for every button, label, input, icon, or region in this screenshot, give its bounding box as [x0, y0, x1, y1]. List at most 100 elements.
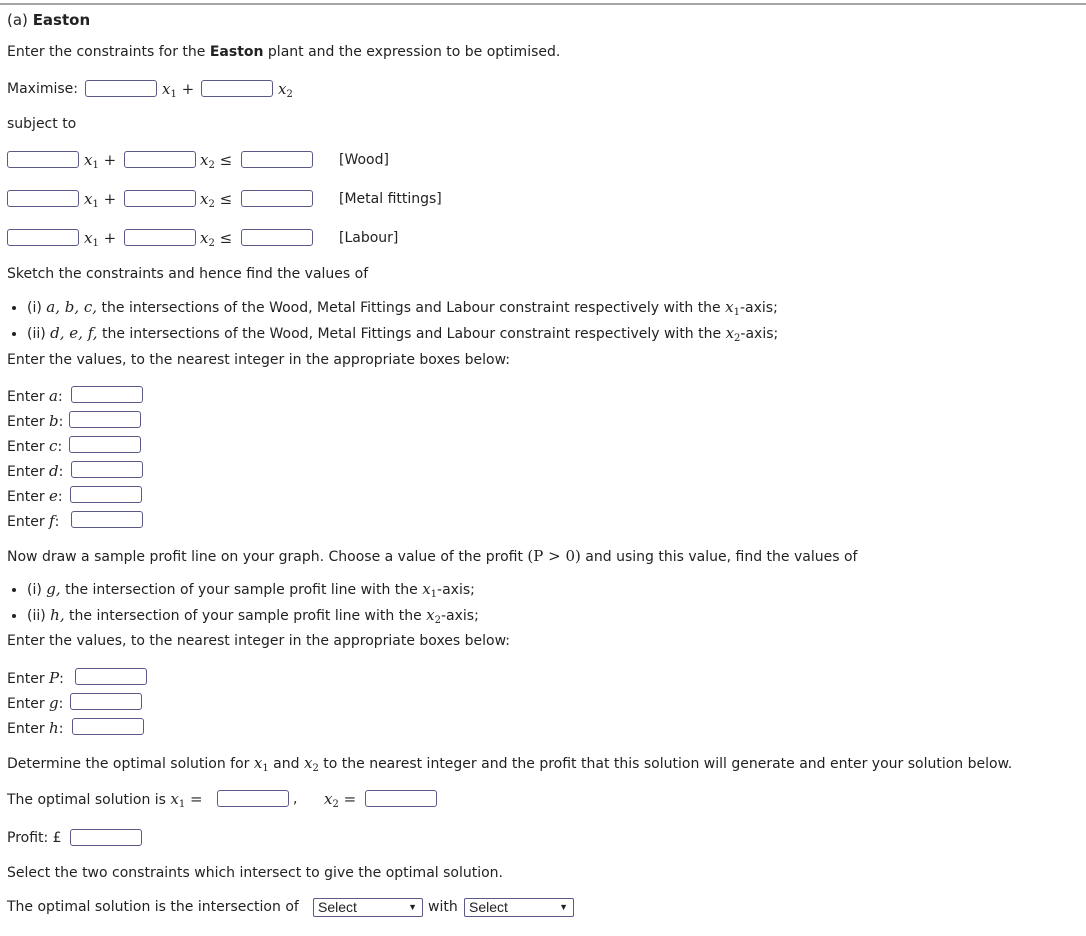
select-value: Select	[469, 899, 508, 915]
profit-bullets: (i) g, the intersection of your sample p…	[0, 579, 479, 631]
constraint-rhs-input[interactable]	[241, 229, 313, 246]
profit-input-P[interactable]	[75, 668, 147, 685]
equals-sign: =	[343, 790, 357, 808]
profit-condition: (P > 0)	[527, 547, 580, 565]
objective-coef-x1-input[interactable]	[85, 80, 157, 97]
intersection-label: The optimal solution is the intersection…	[7, 899, 299, 915]
constraint-select-1[interactable]: Select ▼	[313, 898, 423, 917]
constraint-coef-x1-input[interactable]	[7, 151, 79, 168]
constraint-rhs-input[interactable]	[241, 151, 313, 168]
label-var: d	[49, 462, 59, 480]
x1-term: x1 +	[84, 229, 116, 249]
value-input-e[interactable]	[70, 486, 142, 503]
intro-part1: Enter the constraints for the	[7, 44, 210, 60]
var-x: x	[725, 298, 734, 316]
constraint-coef-x1-input[interactable]	[7, 190, 79, 207]
bullet-prefix: (ii)	[27, 608, 51, 624]
comma-separator: ,	[293, 791, 298, 807]
objective-coef-x2-input[interactable]	[201, 80, 273, 97]
label-text: Enter	[7, 439, 50, 455]
label-var: a	[49, 387, 58, 405]
label-var: P	[49, 669, 60, 687]
intro-b: and using this value, find the values of	[580, 549, 858, 565]
constraint-name: [Metal fittings]	[339, 191, 442, 207]
label-text: Enter	[7, 696, 50, 712]
profit-field-label: Enter h:	[7, 719, 64, 737]
determine-b: to the nearest integer and the profit th…	[318, 756, 1013, 772]
value-field-label: Enter c:	[7, 437, 63, 455]
label-text: Enter	[7, 514, 50, 530]
intro-part2: plant and the expression to be optimised…	[263, 44, 561, 60]
value-input-b[interactable]	[69, 411, 141, 428]
value-input-f[interactable]	[71, 511, 143, 528]
leq-sign: ≤	[219, 229, 233, 247]
x2-term: x2 ≤	[200, 229, 232, 249]
bullet-var: h,	[50, 606, 65, 624]
constraint-coef-x2-input[interactable]	[124, 151, 196, 168]
x2-term: x2 ≤	[200, 151, 232, 171]
leq-sign: ≤	[219, 190, 233, 208]
plus-sign: +	[103, 229, 117, 247]
plus-sign: +	[181, 80, 195, 98]
label-text: Enter	[7, 489, 50, 505]
select-value: Select	[318, 899, 357, 915]
label-var: b	[49, 412, 59, 430]
optimal-x1-input[interactable]	[217, 790, 289, 807]
profit-input[interactable]	[70, 829, 142, 846]
profit-input-g[interactable]	[70, 693, 142, 710]
leq-sign: ≤	[219, 151, 233, 169]
constraint-coef-x2-input[interactable]	[124, 190, 196, 207]
axis-var: x1	[422, 580, 437, 600]
label-var: c	[49, 437, 58, 455]
determine-a: Determine the optimal solution for	[7, 756, 254, 772]
value-field-label: Enter a:	[7, 387, 63, 405]
x1-var: x1	[254, 754, 269, 774]
axis-var: x2	[426, 606, 441, 626]
var-sub: 2	[332, 799, 339, 810]
bullet-suffix: -axis;	[437, 582, 475, 598]
constraint-rhs-input[interactable]	[241, 190, 313, 207]
label-var: e	[49, 487, 58, 505]
value-input-d[interactable]	[71, 461, 143, 478]
part-label: (a)	[7, 11, 28, 29]
var-sub: 2	[208, 160, 215, 171]
x2-var: x2	[304, 754, 319, 774]
profit-bullet-ii: (ii) h, the intersection of your sample …	[27, 605, 479, 631]
optimal-x2-input[interactable]	[365, 790, 437, 807]
constraint-coef-x1-input[interactable]	[7, 229, 79, 246]
value-input-a[interactable]	[71, 386, 143, 403]
dropdown-arrow-icon: ▼	[408, 902, 417, 912]
equals-sign: =	[190, 790, 203, 808]
var-x: x	[422, 580, 431, 598]
label-text: Enter	[7, 414, 50, 430]
determine-text: Determine the optimal solution for x1 an…	[7, 754, 1012, 774]
label-text: Enter	[7, 464, 50, 480]
sketch-intro: Sketch the constraints and hence find th…	[7, 266, 369, 282]
profit-bullet-i: (i) g, the intersection of your sample p…	[27, 579, 479, 605]
value-field-label: Enter e:	[7, 487, 63, 505]
profit-input-h[interactable]	[72, 718, 144, 735]
subject-to-label: subject to	[7, 116, 77, 132]
constraint-select-2[interactable]: Select ▼	[464, 898, 574, 917]
bullet-text: the intersection of your sample profit l…	[60, 582, 423, 598]
var-x: x	[426, 606, 435, 624]
label-text: Enter	[7, 721, 50, 737]
constraint-name: [Wood]	[339, 152, 389, 168]
var-x: x	[170, 790, 179, 808]
bullet-prefix: (ii)	[27, 326, 51, 342]
bullet-text: the intersections of the Wood, Metal Fit…	[97, 300, 726, 316]
label-var: f	[49, 512, 55, 530]
bullet-prefix: (i)	[27, 300, 47, 316]
var-sub: 1	[92, 160, 99, 171]
axis-var: x1	[725, 298, 740, 318]
constraint-coef-x2-input[interactable]	[124, 229, 196, 246]
constraint-name: [Labour]	[339, 230, 399, 246]
label-text: Enter	[7, 671, 50, 687]
value-field-label: Enter d:	[7, 462, 64, 480]
value-input-c[interactable]	[69, 436, 141, 453]
objective-x1-term: x1 +	[162, 80, 194, 100]
x1-term: x1 +	[84, 190, 116, 210]
plus-sign: +	[103, 151, 117, 169]
label-var: h	[49, 719, 59, 737]
var-sub: 2	[208, 238, 215, 249]
